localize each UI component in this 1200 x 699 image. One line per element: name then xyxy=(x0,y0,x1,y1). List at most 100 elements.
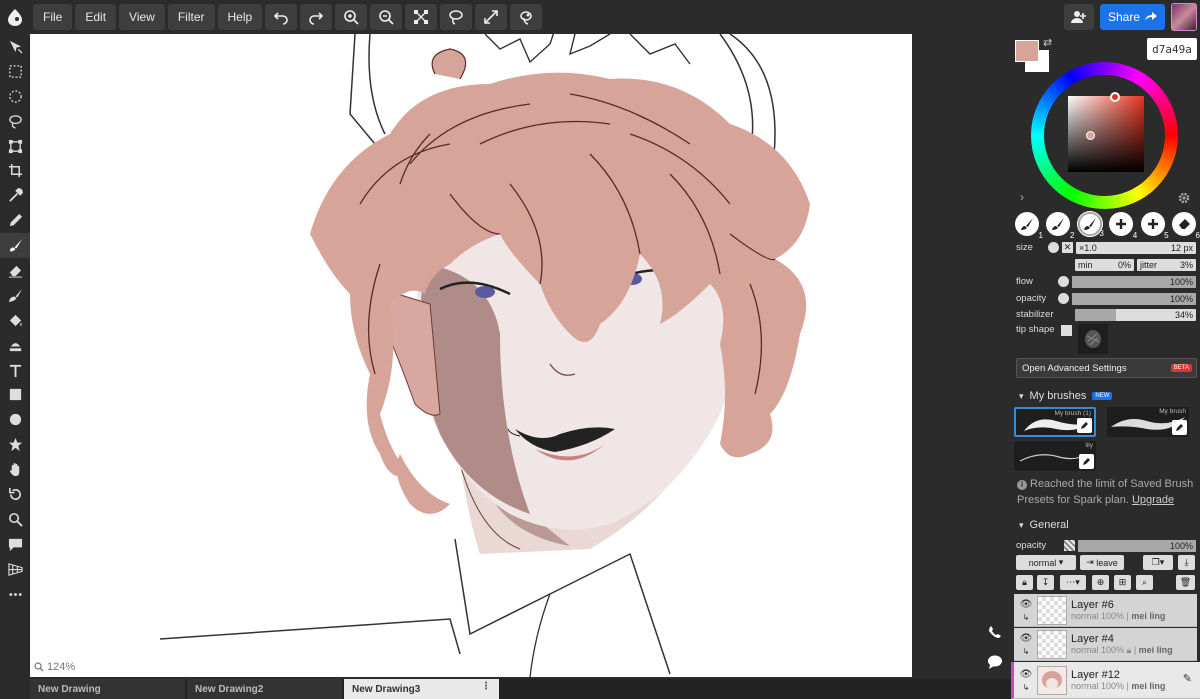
fill-tool[interactable] xyxy=(0,308,30,333)
layer-row-12[interactable]: 👁︎ ↳ Layer #12 normal 100% | mei ling ✎ xyxy=(1011,662,1200,699)
smudge-tool[interactable] xyxy=(0,283,30,308)
swap-colors-icon[interactable]: ⇄ xyxy=(1043,36,1052,49)
foreground-color-swatch[interactable] xyxy=(1015,40,1039,62)
tab-menu-icon[interactable]: ⋮ xyxy=(481,681,491,692)
color-picker-handle[interactable] xyxy=(1086,131,1095,140)
rotate-tool[interactable] xyxy=(0,482,30,507)
chat-button[interactable] xyxy=(985,652,1005,672)
menu-edit[interactable]: Edit xyxy=(75,4,117,30)
eye-icon[interactable]: 👁︎ xyxy=(1020,599,1033,610)
alpha-lock-icon[interactable] xyxy=(1064,540,1075,551)
perspective-tool[interactable] xyxy=(0,557,30,582)
tip-shape-checkbox[interactable] xyxy=(1061,325,1072,336)
edit-layer-pencil-icon[interactable]: ✎ xyxy=(1183,672,1192,685)
lasso-tool[interactable] xyxy=(0,109,30,134)
min-slider[interactable]: min 0% xyxy=(1075,258,1134,271)
more-tools-button[interactable] xyxy=(0,582,30,607)
tab-new-drawing3[interactable]: New Drawing3 ⋮ xyxy=(344,679,499,699)
brush-preset-3[interactable]: 3 xyxy=(1076,211,1104,238)
tip-shape-preview[interactable] xyxy=(1078,324,1108,354)
comment-tool[interactable] xyxy=(0,532,30,557)
rectangle-tool[interactable] xyxy=(0,382,30,407)
settings-button[interactable] xyxy=(510,4,543,30)
brush-preset-1[interactable]: 1 xyxy=(1015,212,1043,240)
polygon-tool[interactable] xyxy=(0,432,30,457)
my-brushes-header[interactable]: ▾ My brushes NEW xyxy=(1019,390,1113,402)
move-tool[interactable] xyxy=(0,34,30,59)
clip-layer-button[interactable]: ↧ xyxy=(1037,575,1054,590)
new-layer-button[interactable]: ⊕ xyxy=(1092,575,1109,590)
brush-preset-6[interactable]: 6 xyxy=(1171,212,1200,240)
eraser-tool[interactable] xyxy=(0,258,30,283)
color-hex-value[interactable]: d7a49a xyxy=(1147,38,1197,60)
zoom-indicator[interactable]: 124% xyxy=(34,661,75,673)
chevron-right-icon[interactable]: › xyxy=(1020,190,1024,204)
close-icon[interactable]: ✕ xyxy=(1062,242,1073,253)
eye-icon[interactable]: 👁︎ xyxy=(1020,633,1033,644)
ellipse-tool[interactable] xyxy=(0,407,30,432)
zoom-out-button[interactable] xyxy=(370,4,403,30)
lasso-select-button[interactable] xyxy=(440,4,473,30)
general-header[interactable]: ▾ General xyxy=(1019,519,1069,531)
pencil-tool[interactable] xyxy=(0,208,30,233)
upgrade-link[interactable]: Upgrade xyxy=(1132,494,1174,506)
undo-button[interactable] xyxy=(265,4,298,30)
saved-brush-3[interactable]: lily xyxy=(1014,441,1096,471)
eye-icon[interactable]: 👁︎ xyxy=(1020,669,1033,680)
zoom-tool[interactable] xyxy=(0,507,30,532)
duplicate-layer-button[interactable]: ❐▾ xyxy=(1143,555,1173,570)
edit-brush-pencil-icon[interactable] xyxy=(1172,420,1187,435)
pressure-icon[interactable] xyxy=(1048,242,1059,253)
canvas-area[interactable]: 124% xyxy=(30,34,1011,679)
ellipse-select-tool[interactable] xyxy=(0,84,30,109)
sharpen-tool[interactable] xyxy=(0,333,30,358)
app-logo-icon[interactable] xyxy=(0,0,30,34)
delete-layer-button[interactable]: 🗑︎ xyxy=(1176,575,1195,590)
tab-new-drawing2[interactable]: New Drawing2 xyxy=(187,679,342,699)
new-folder-button[interactable]: ⊞ xyxy=(1114,575,1131,590)
eyedropper-tool[interactable] xyxy=(0,183,30,208)
jitter-slider[interactable]: jitter 3% xyxy=(1137,258,1196,271)
layer-more-button[interactable]: ⋯▾ xyxy=(1060,575,1086,590)
layer-opacity-slider[interactable]: 100% xyxy=(1078,539,1196,552)
rect-select-tool[interactable] xyxy=(0,59,30,84)
gear-icon[interactable] xyxy=(1177,191,1191,205)
crop-tool[interactable] xyxy=(0,158,30,183)
brush-preset-2[interactable]: 2 xyxy=(1046,212,1074,240)
menu-filter[interactable]: Filter xyxy=(167,4,215,30)
stabilizer-slider[interactable]: 34% xyxy=(1075,308,1196,321)
saved-brush-1[interactable]: My brush (1) xyxy=(1014,407,1096,437)
transform-tool[interactable] xyxy=(0,134,30,159)
edit-brush-pencil-icon[interactable] xyxy=(1077,418,1092,433)
pressure-icon[interactable] xyxy=(1058,276,1069,287)
lock-layer-button[interactable]: 🔒︎ xyxy=(1016,575,1033,590)
opacity-slider[interactable]: 100% xyxy=(1072,292,1196,305)
hue-handle[interactable] xyxy=(1110,92,1120,102)
add-user-button[interactable] xyxy=(1063,4,1094,30)
drawing-canvas[interactable] xyxy=(30,34,912,677)
brush-preset-4[interactable]: 4 xyxy=(1109,212,1137,240)
menu-help[interactable]: Help xyxy=(217,4,263,30)
text-tool[interactable] xyxy=(0,358,30,383)
layer-row-4[interactable]: 👁︎ ↳ Layer #4 normal 100% 🔒︎ | mei ling xyxy=(1014,628,1197,661)
menu-file[interactable]: File xyxy=(33,4,73,30)
edit-brush-pencil-icon[interactable] xyxy=(1079,454,1094,469)
brush-preset-5[interactable]: 5 xyxy=(1140,212,1169,240)
fullscreen-button[interactable] xyxy=(475,4,508,30)
layer-row-6[interactable]: 👁︎ ↳ Layer #6 normal 100% | mei ling xyxy=(1014,594,1197,627)
brush-tool[interactable] xyxy=(0,233,30,259)
pressure-icon[interactable] xyxy=(1058,293,1069,304)
share-button[interactable]: Share xyxy=(1099,4,1165,30)
merge-layer-button[interactable]: ⤓ xyxy=(1178,555,1195,570)
zoom-in-button[interactable] xyxy=(335,4,368,30)
menu-view[interactable]: View xyxy=(119,4,165,30)
search-layer-button[interactable]: ⌕ xyxy=(1136,575,1153,590)
open-advanced-settings-button[interactable]: Open Advanced Settings BETA xyxy=(1016,358,1197,378)
hand-tool[interactable] xyxy=(0,457,30,482)
transform-button[interactable] xyxy=(405,4,438,30)
redo-button[interactable] xyxy=(300,4,333,30)
flow-slider[interactable]: 100% xyxy=(1072,275,1196,288)
saturation-brightness-square[interactable] xyxy=(1068,96,1144,172)
tab-new-drawing[interactable]: New Drawing xyxy=(30,679,185,699)
color-wheel[interactable] xyxy=(1031,62,1178,209)
